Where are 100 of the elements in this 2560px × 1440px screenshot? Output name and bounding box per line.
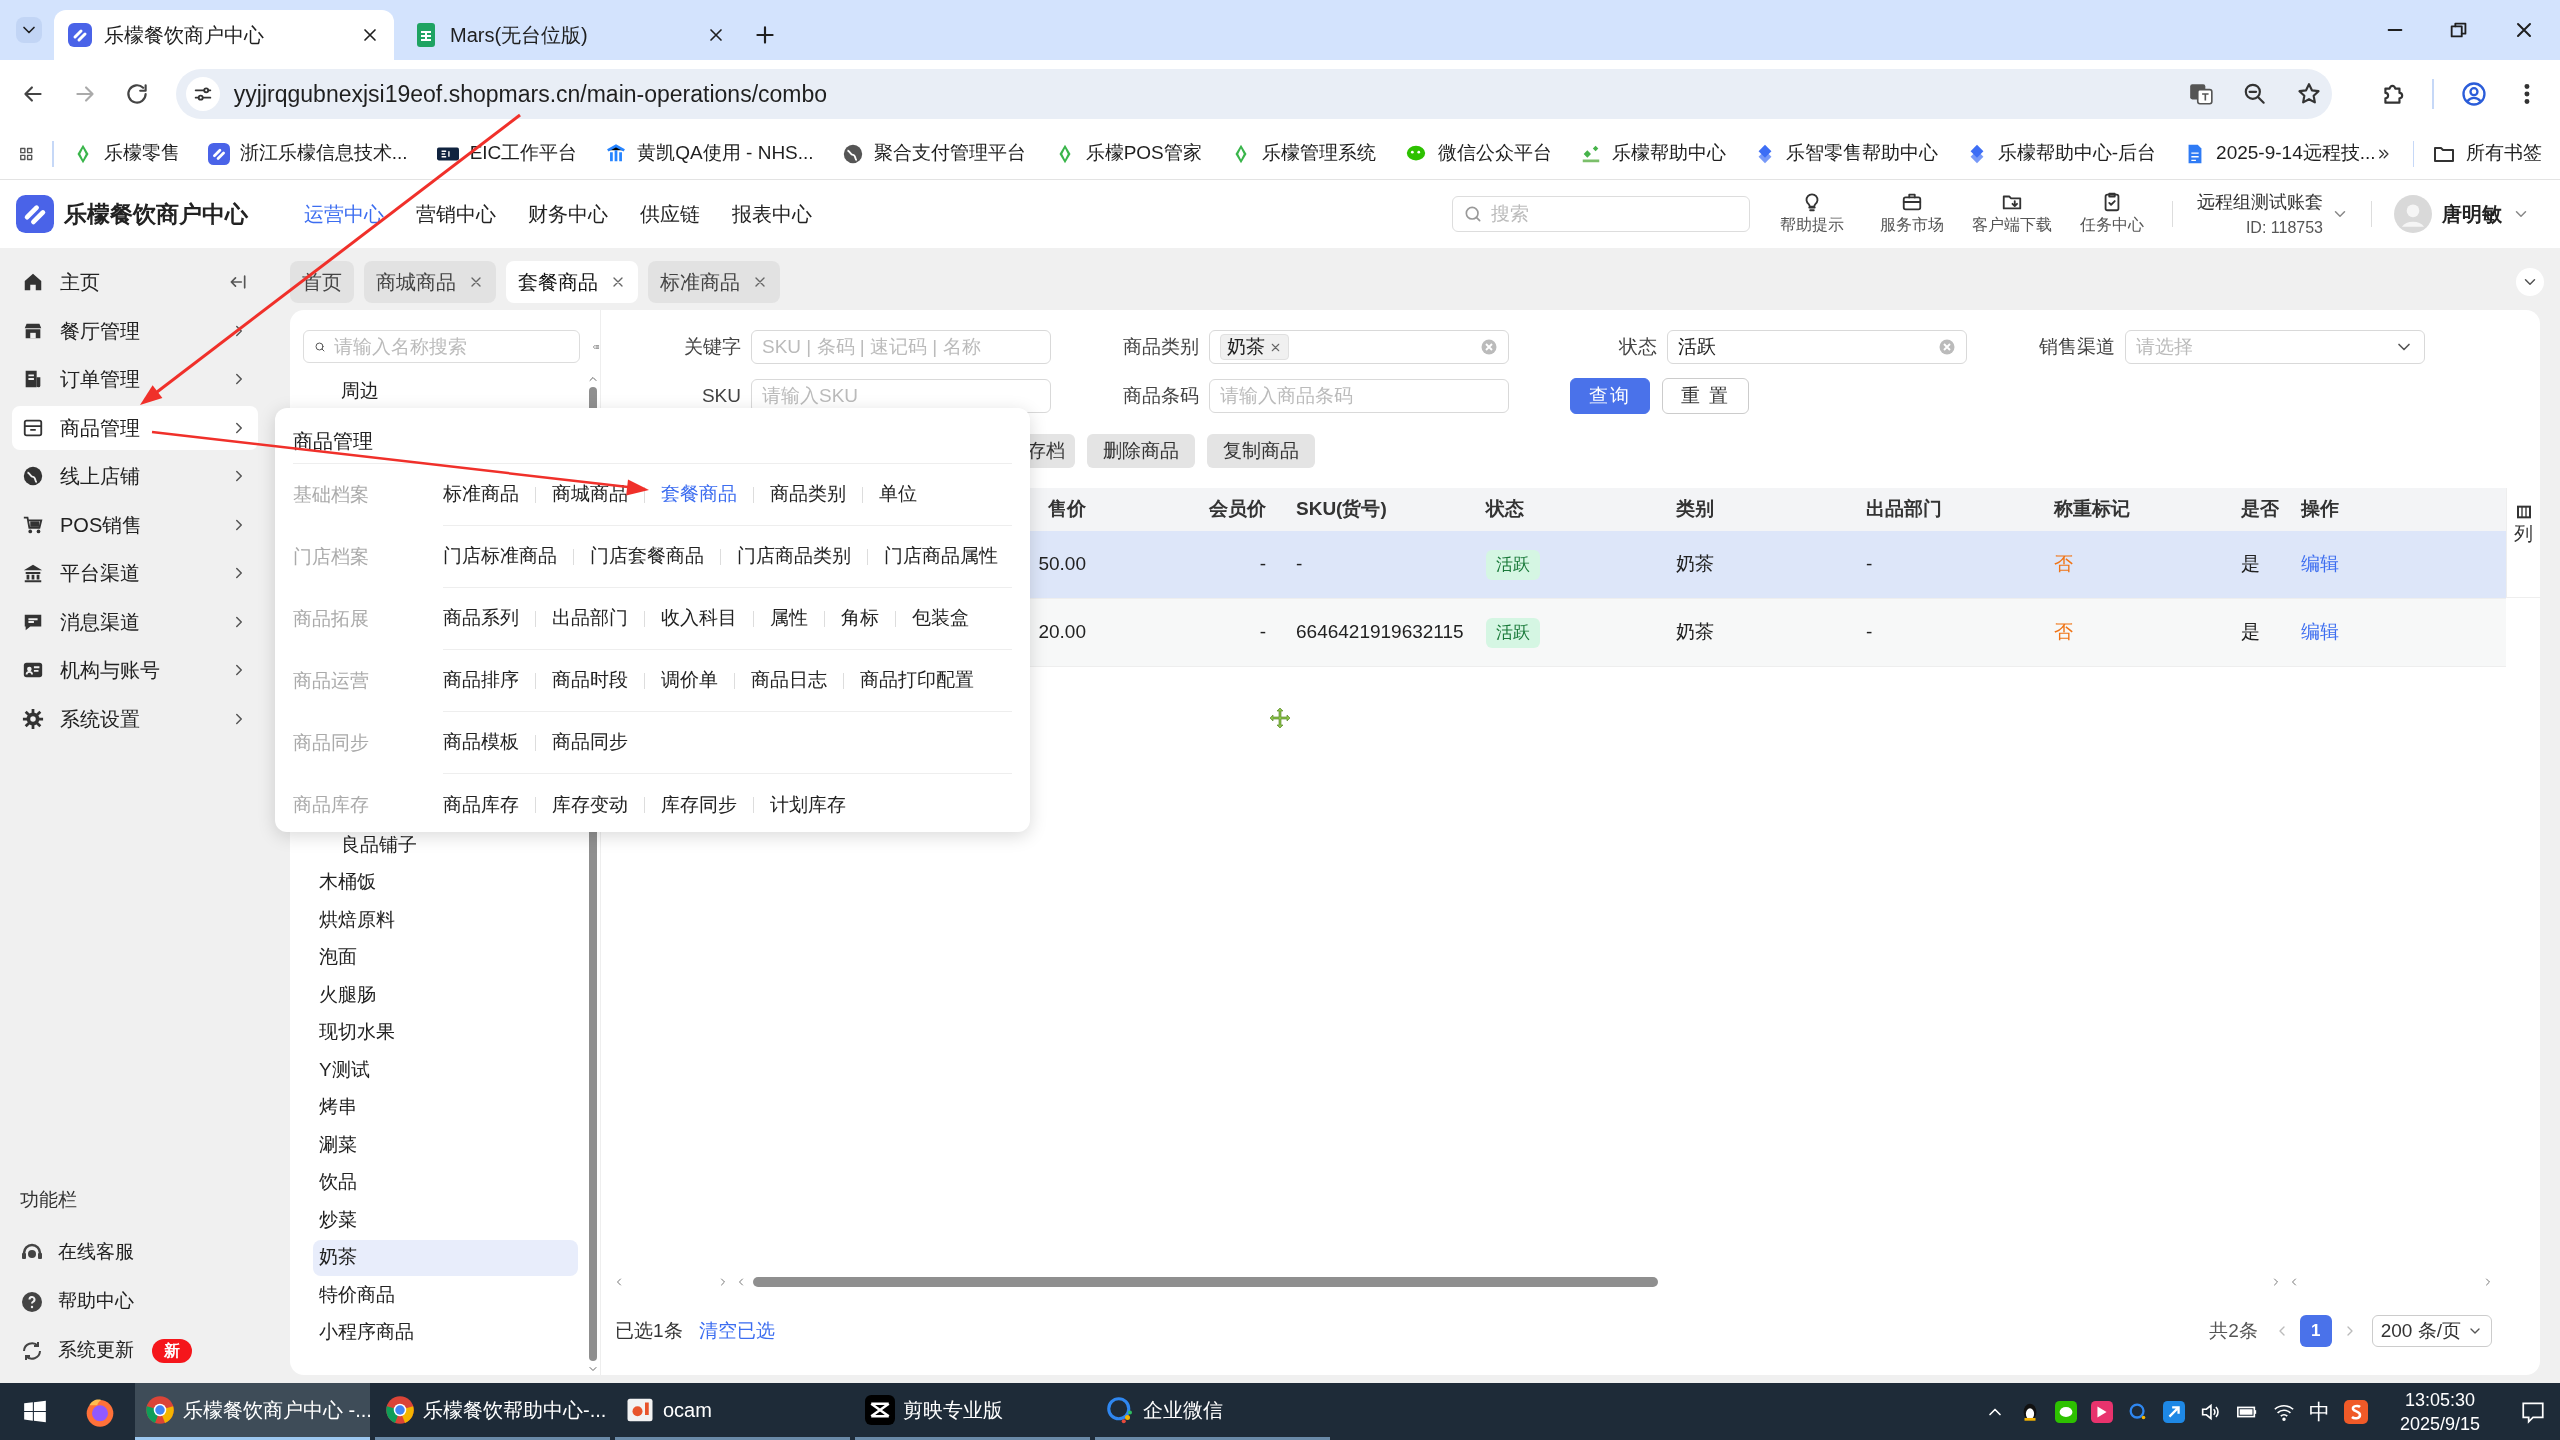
menu-item[interactable]: 收入科目 — [661, 604, 737, 633]
sidebar-item[interactable]: POS销售 — [12, 502, 258, 547]
bookmark-item[interactable]: 乐檬管理系统 — [1229, 139, 1376, 168]
menu-item[interactable]: 商品类别 — [770, 480, 846, 509]
menu-item[interactable]: 包装盒 — [912, 604, 969, 633]
nav-tab[interactable]: 报表中心 — [732, 199, 812, 229]
select-value[interactable]: 活跃 — [1678, 332, 1932, 362]
column-header[interactable]: 出品部门 — [1866, 495, 1942, 524]
column-header[interactable]: 操作 — [2301, 495, 2339, 524]
chat-bubble-icon[interactable] — [2055, 1400, 2077, 1423]
taskbar-item[interactable]: 乐檬餐饮商户中心 -... — [135, 1383, 370, 1440]
filter-field[interactable]: 请选择 — [2125, 330, 2425, 364]
column-header[interactable]: 称重标记 — [2054, 495, 2130, 524]
menu-item[interactable]: 套餐商品 — [661, 480, 737, 509]
menu-item[interactable]: 角标 — [841, 604, 879, 633]
search-box[interactable]: 搜索 — [1452, 196, 1750, 232]
taskbar-item[interactable]: ocam — [615, 1383, 850, 1440]
nav-tab[interactable]: 运营中心 — [304, 199, 384, 229]
sidebar-item[interactable]: 主页 — [12, 260, 258, 304]
menu-item[interactable]: 库存变动 — [552, 790, 628, 820]
browser-tab[interactable]: Mars(无台位版) — [400, 10, 740, 60]
tree-item[interactable]: 木桶饭 — [313, 864, 578, 901]
menu-item[interactable]: 属性 — [770, 604, 808, 633]
menu-item[interactable]: 商品时段 — [552, 666, 628, 695]
taskbar-item[interactable]: 乐檬餐饮帮助中心-... — [375, 1383, 610, 1440]
sidebar-item[interactable]: 机构与账号 — [12, 648, 258, 692]
bookmark-item[interactable]: 乐檬帮助中心 — [1579, 139, 1726, 168]
app-tray-icon[interactable] — [2344, 1399, 2368, 1424]
page-tab[interactable]: 商城商品 — [364, 261, 496, 303]
bookmark-item[interactable]: 聚合支付管理平台 — [841, 139, 1026, 168]
browser-tab[interactable]: 乐檬餐饮商户中心 — [54, 10, 394, 60]
collapse-sidebar-icon[interactable] — [228, 272, 248, 292]
menu-item[interactable]: 库存同步 — [661, 790, 737, 820]
sidebar-item[interactable]: 餐厅管理 — [12, 308, 258, 353]
tree-item[interactable]: 现切水果 — [313, 1014, 578, 1051]
sidebar-item[interactable]: 系统设置 — [12, 696, 258, 741]
column-header[interactable]: 售价 — [1048, 495, 1086, 524]
address-bar[interactable]: yyjjrqgubnexjsi19eof.shopmars.cn/main-operations/combo — [175, 69, 2333, 119]
bookmark-item[interactable]: 乐檬零售 — [71, 139, 180, 168]
page-number[interactable]: 1 — [2299, 1315, 2332, 1347]
page-size-select[interactable]: 200 条/页 — [2371, 1315, 2492, 1347]
search-field[interactable]: 请输入名称搜索 — [334, 331, 579, 362]
query-button[interactable]: 查询 — [1570, 378, 1650, 414]
action-button[interactable]: 复制商品 — [1207, 434, 1315, 468]
tree-item[interactable]: 奶茶 — [313, 1239, 578, 1276]
column-header[interactable]: 是否 — [2241, 495, 2279, 524]
reset-button[interactable]: 重 置 — [1662, 378, 1750, 414]
profile-icon[interactable] — [2460, 80, 2489, 108]
input-method-indicator[interactable]: 中 — [2309, 1395, 2330, 1428]
menu-item[interactable]: 商品打印配置 — [860, 666, 974, 695]
filter-field[interactable]: 请输入商品条码 — [1209, 379, 1509, 413]
page-tab[interactable]: 套餐商品 — [506, 261, 638, 303]
bookmark-item[interactable]: 乐檬POS管家 — [1053, 139, 1202, 168]
menu-item[interactable]: 计划库存 — [770, 790, 846, 820]
sidebar-item[interactable]: 平台渠道 — [12, 551, 258, 595]
search-box[interactable]: 请输入名称搜索 — [303, 330, 580, 363]
menu-item[interactable]: 商品日志 — [751, 666, 827, 695]
column-header[interactable]: 状态 — [1486, 495, 1524, 524]
clear-selection-link[interactable]: 清空已选 — [698, 1316, 775, 1346]
search-field[interactable]: 搜索 — [1491, 197, 1749, 231]
menu-item[interactable]: 标准商品 — [443, 480, 519, 509]
tree-item[interactable]: 火腿肠 — [313, 977, 578, 1013]
nav-tab[interactable]: 供应链 — [640, 199, 700, 229]
menu-item[interactable]: 门店商品属性 — [884, 542, 998, 571]
user-menu[interactable]: 唐明敏 — [2394, 195, 2530, 233]
sidebar-item[interactable]: 订单管理 — [12, 357, 258, 401]
nav-tab[interactable]: 财务中心 — [528, 199, 608, 229]
tree-item[interactable]: 特价商品 — [313, 1277, 578, 1313]
tab-list-icon[interactable] — [16, 17, 42, 43]
tree-item[interactable]: 小程序商品 — [313, 1314, 578, 1351]
sidebar-item[interactable]: 商品管理 — [12, 405, 258, 450]
action-button[interactable]: 删除商品 — [1087, 434, 1195, 468]
menu-item[interactable]: 商品模板 — [443, 728, 519, 757]
taskbar-item[interactable]: 剪映专业版 — [855, 1383, 1090, 1440]
all-bookmarks-button[interactable]: 所有书签 — [2432, 139, 2542, 168]
filter-field[interactable]: SKU | 条码 | 速记码 | 名称 — [751, 330, 1051, 364]
tree-item[interactable]: 涮菜 — [313, 1127, 578, 1163]
page-tab[interactable]: 标准商品 — [648, 261, 780, 303]
edit-link[interactable]: 编辑 — [2301, 618, 2339, 647]
toolbar-button[interactable]: 帮助提示 — [1776, 191, 1848, 237]
bookmark-item[interactable]: 乐智零售帮助中心 — [1753, 139, 1938, 168]
tree-item[interactable]: 烤串 — [313, 1089, 578, 1126]
bookmark-item[interactable]: 2025-9-14远程技... — [2184, 139, 2376, 168]
menu-item[interactable]: 门店商品类别 — [737, 542, 851, 571]
tree-item[interactable]: 烘焙原料 — [313, 902, 578, 938]
filter-field[interactable]: 奶茶 — [1209, 330, 1509, 364]
page-tab[interactable]: 首页 — [290, 261, 354, 303]
bookmark-item[interactable]: 乐檬帮助中心-后台 — [1965, 139, 2157, 168]
menu-item[interactable]: 单位 — [879, 480, 917, 509]
sidebar-item[interactable]: 消息渠道 — [12, 599, 258, 644]
nav-tab[interactable]: 营销中心 — [416, 199, 496, 229]
menu-item[interactable]: 调价单 — [661, 666, 718, 695]
toolbar-button[interactable]: 任务中心 — [2076, 191, 2148, 237]
column-settings-button[interactable]: 列 — [2514, 504, 2533, 549]
select-input[interactable]: 请选择 — [2136, 332, 2388, 362]
app-tray-icon[interactable] — [2091, 1400, 2113, 1423]
menu-item[interactable]: 商品排序 — [443, 666, 519, 695]
bookmark-item[interactable]: 黄凯QA使用 - NHS... — [605, 139, 814, 168]
taskbar-item[interactable]: 企业微信 — [1095, 1383, 1330, 1440]
tabs-menu-icon[interactable] — [2516, 268, 2544, 296]
